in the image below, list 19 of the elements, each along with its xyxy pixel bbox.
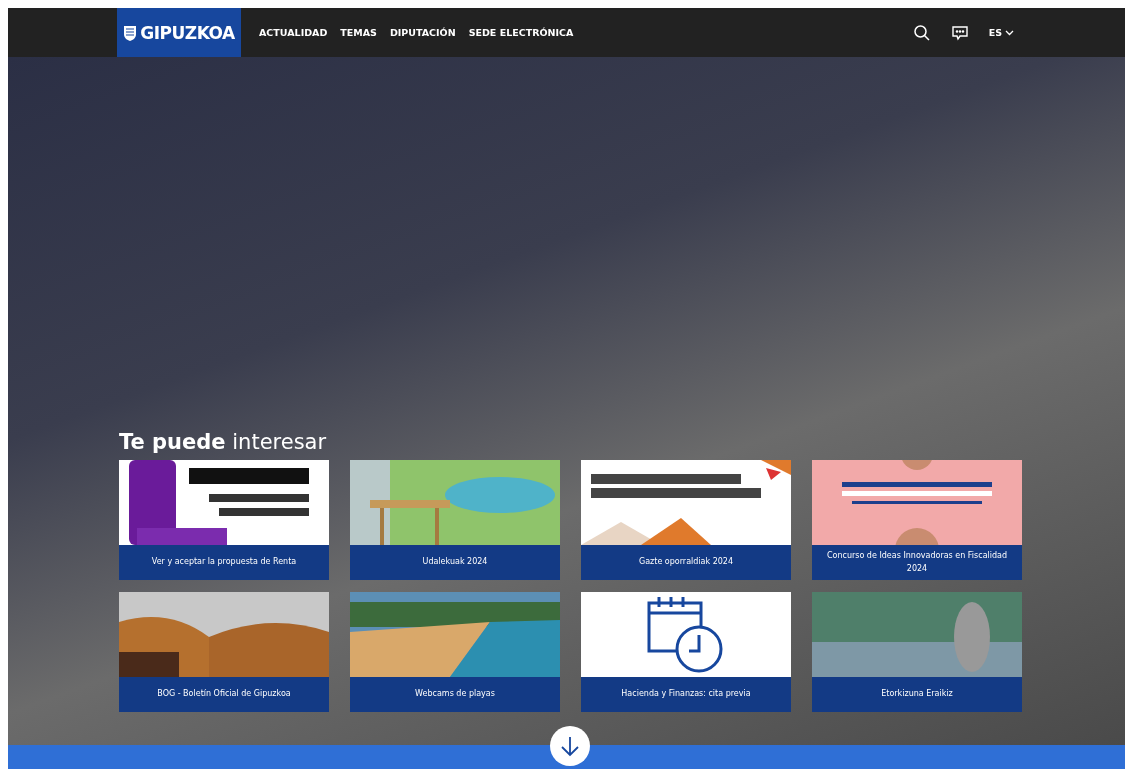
chevron-down-icon (1005, 29, 1014, 36)
nav-link[interactable]: SEDE ELECTRÓNICA (468, 27, 574, 38)
search-icon[interactable] (912, 23, 931, 42)
card-caption[interactable]: Ver y aceptar la propuesta de Renta (119, 545, 329, 580)
arrow-down-icon (559, 735, 581, 757)
section-title: Te puede interesar (119, 430, 328, 454)
card-caption[interactable]: BOG - Boletín Oficial de Gipuzkoa (119, 677, 329, 712)
card-caption[interactable]: Hacienda y Finanzas: cita previa (581, 677, 791, 712)
card-caption[interactable]: Etorkizuna Eraikiz (812, 677, 1022, 712)
gipuzkoa-logo[interactable]: GIPUZKOA (117, 8, 241, 57)
card-caption[interactable]: Udalekuak 2024 (350, 545, 560, 580)
chat-bubble-icon[interactable] (950, 23, 969, 42)
nav-link[interactable]: DIPUTACIÓN (389, 27, 456, 38)
nav-link[interactable]: ACTUALIDAD (259, 27, 328, 38)
language-selector[interactable]: ES (988, 27, 1014, 38)
nav-link[interactable]: TEMAS (340, 27, 377, 38)
card-caption[interactable]: Concurso de Ideas Innovadoras en Fiscalidad 2024 (812, 545, 1022, 580)
card-caption[interactable]: Gazte oporraldiak 2024 (581, 545, 791, 580)
card-caption[interactable]: Webcams de playas (350, 677, 560, 712)
